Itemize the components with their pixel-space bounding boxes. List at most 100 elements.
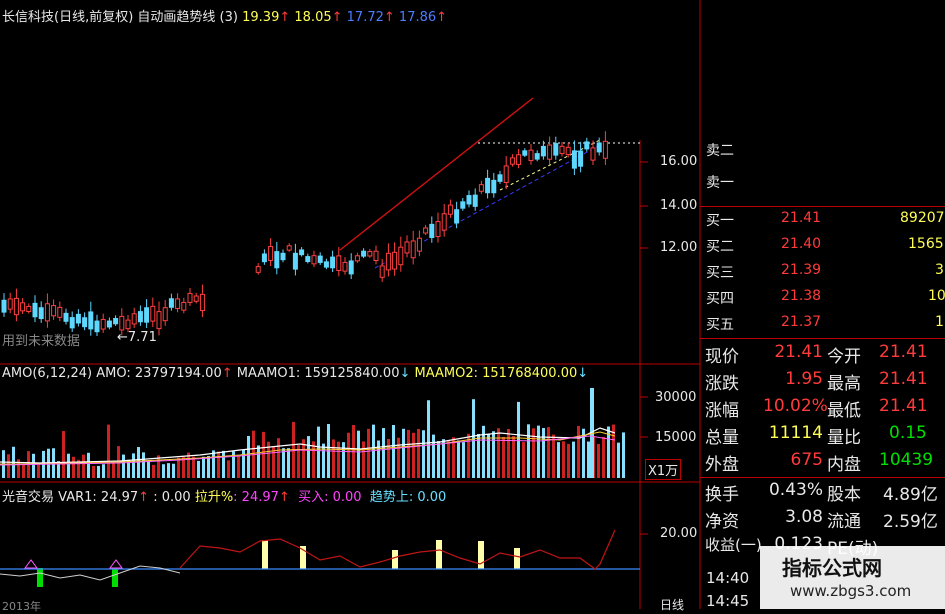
volume-bar	[537, 425, 540, 478]
candle	[51, 305, 57, 317]
candle	[404, 241, 410, 254]
volume-bar	[442, 439, 445, 478]
candle	[113, 318, 119, 325]
indicator-bars	[37, 540, 520, 587]
candle	[199, 293, 205, 312]
candle	[44, 303, 50, 322]
candle	[323, 261, 329, 268]
candle	[280, 252, 286, 261]
candle	[435, 221, 441, 238]
date-label: 2013年	[2, 600, 41, 613]
candle	[38, 307, 44, 320]
candle	[137, 311, 143, 323]
volume-bar	[467, 433, 470, 478]
candle	[522, 150, 528, 156]
volume-bar	[452, 437, 455, 478]
volume-bar	[417, 428, 420, 478]
volume-bar	[602, 436, 605, 478]
candle	[119, 315, 125, 331]
volume-bar	[282, 448, 285, 478]
volume-bar	[542, 428, 545, 478]
volume-bar	[377, 440, 380, 478]
vol-tick-15000: 15000	[655, 430, 697, 445]
volume-bar	[332, 439, 335, 478]
candle	[131, 313, 137, 325]
volume-bar	[402, 428, 405, 478]
candle	[69, 317, 75, 329]
candle	[187, 292, 193, 303]
buy-signal-bar	[112, 568, 118, 587]
candle	[398, 246, 404, 266]
candle	[509, 157, 515, 165]
volume-bar	[312, 441, 315, 478]
candle	[268, 246, 274, 261]
volume-bar	[362, 441, 365, 478]
maamo2-value: MAAMO2: 151768400.00	[414, 366, 578, 381]
candle	[596, 142, 602, 153]
header-value-3: 17.72	[346, 10, 384, 25]
volume-bar	[422, 430, 425, 478]
volume-bar	[82, 454, 85, 478]
lashen-bar	[514, 548, 520, 569]
candle	[13, 297, 19, 316]
sell-orders: 卖二 卖一	[706, 143, 734, 191]
candle	[373, 250, 379, 261]
candle	[423, 227, 429, 234]
candle	[311, 255, 317, 265]
volume-bar	[307, 436, 310, 478]
volume-bar	[502, 436, 505, 478]
volume-bar	[512, 436, 515, 478]
lashen-bar	[436, 540, 442, 569]
volume-bar	[497, 428, 500, 478]
candle	[547, 144, 553, 160]
time-1440: 14:40	[706, 569, 750, 587]
volume-bar	[557, 442, 560, 478]
volume-bar	[192, 456, 195, 478]
vol-tick-30000: 30000	[655, 390, 697, 405]
volume-bar	[522, 442, 525, 478]
candle	[478, 184, 484, 192]
volume-bars	[2, 388, 625, 478]
volume-bar	[217, 451, 220, 478]
candle	[150, 305, 156, 322]
volume-bar	[562, 441, 565, 478]
candle	[410, 240, 416, 259]
candle	[447, 204, 453, 215]
candle	[354, 255, 360, 262]
candle	[63, 312, 69, 322]
volume-bar	[447, 440, 450, 478]
volume-bar	[107, 424, 110, 478]
volume-bar	[507, 428, 510, 478]
price-tick-16: 16.00	[660, 154, 698, 169]
indicator-name: 自动画趋势线 (3)	[137, 10, 238, 25]
volume-bar	[552, 434, 555, 478]
volume-bar	[242, 449, 245, 478]
candle	[336, 255, 342, 271]
candle	[571, 150, 577, 169]
volume-bar	[287, 448, 290, 478]
candle	[379, 265, 385, 278]
volume-unit: X1万	[645, 459, 682, 480]
candle	[460, 201, 466, 209]
candle	[590, 147, 596, 161]
header-value-1: 19.39	[242, 10, 280, 25]
volume-bar	[122, 454, 125, 478]
volume-bar	[112, 462, 115, 478]
volume-bar	[67, 453, 70, 478]
candle	[367, 251, 373, 257]
volume-bar	[517, 401, 520, 478]
volume-bar	[427, 400, 430, 478]
volume-bar	[212, 450, 215, 478]
candle	[534, 153, 540, 160]
chart-header: 长信科技(日线,前复权) 自动画趋势线 (3) 19.39↑ 18.05↑ 17…	[2, 10, 448, 25]
candle	[392, 251, 398, 270]
candle	[540, 145, 546, 157]
volume-bar	[462, 442, 465, 478]
candle	[88, 311, 94, 330]
volume-bar	[222, 450, 225, 478]
volume-bar	[97, 465, 100, 478]
volume-bar	[597, 443, 600, 478]
volume-bar	[37, 463, 40, 478]
volume-bar	[412, 432, 415, 478]
price-tick-12: 12.00	[660, 240, 698, 255]
